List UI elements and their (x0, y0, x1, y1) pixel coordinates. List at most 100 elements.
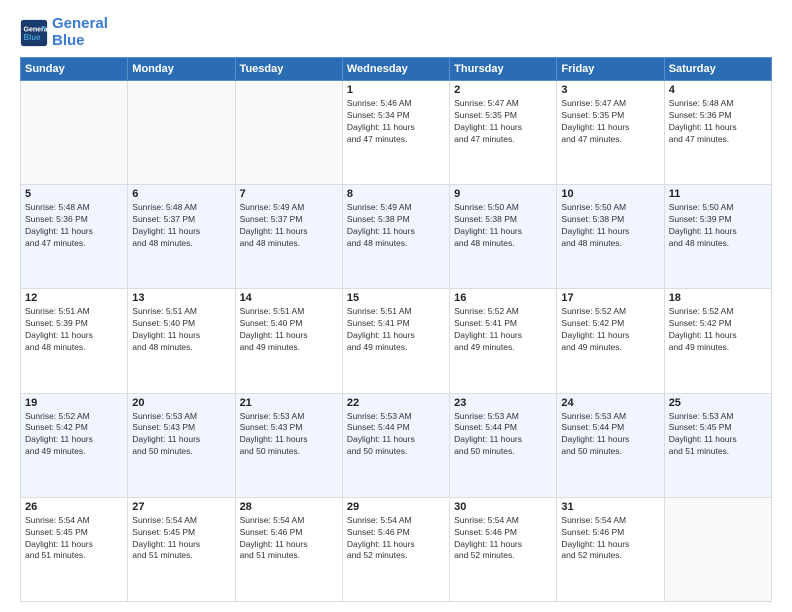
calendar-cell: 11 Sunrise: 5:50 AM Sunset: 5:39 PM Dayli… (664, 185, 771, 289)
calendar-week-row: 12 Sunrise: 5:51 AM Sunset: 5:39 PM Dayli… (21, 289, 772, 393)
calendar-cell: 6 Sunrise: 5:48 AM Sunset: 5:37 PM Daylig… (128, 185, 235, 289)
day-info: Sunrise: 5:49 AM Sunset: 5:37 PM Dayligh… (240, 202, 338, 250)
day-info: Sunrise: 5:52 AM Sunset: 5:42 PM Dayligh… (669, 306, 767, 354)
day-number: 1 (347, 84, 445, 96)
day-number: 25 (669, 397, 767, 409)
calendar-cell: 1Sunrise: 5:46 AM Sunset: 5:34 PM Daylig… (342, 81, 449, 185)
day-number: 19 (25, 397, 123, 409)
day-number: 30 (454, 501, 552, 513)
day-number: 2 (454, 84, 552, 96)
day-number: 12 (25, 292, 123, 304)
day-number: 6 (132, 188, 230, 200)
day-number: 28 (240, 501, 338, 513)
day-number: 26 (25, 501, 123, 513)
calendar-cell (664, 497, 771, 601)
day-info: Sunrise: 5:53 AM Sunset: 5:44 PM Dayligh… (561, 411, 659, 459)
day-info: Sunrise: 5:54 AM Sunset: 5:45 PM Dayligh… (25, 515, 123, 563)
day-number: 22 (347, 397, 445, 409)
day-info: Sunrise: 5:53 AM Sunset: 5:44 PM Dayligh… (454, 411, 552, 459)
calendar-cell: 28 Sunrise: 5:54 AM Sunset: 5:46 PM Dayli… (235, 497, 342, 601)
day-info: Sunrise: 5:48 AM Sunset: 5:36 PM Dayligh… (25, 202, 123, 250)
day-info: Sunrise: 5:49 AM Sunset: 5:38 PM Dayligh… (347, 202, 445, 250)
svg-text:Blue: Blue (24, 33, 42, 42)
logo: General Blue GeneralBlue (20, 16, 108, 49)
calendar-cell: 18 Sunrise: 5:52 AM Sunset: 5:42 PM Dayli… (664, 289, 771, 393)
day-number: 14 (240, 292, 338, 304)
calendar-cell: 3Sunrise: 5:47 AM Sunset: 5:35 PM Daylig… (557, 81, 664, 185)
calendar-week-row: 1Sunrise: 5:46 AM Sunset: 5:34 PM Daylig… (21, 81, 772, 185)
weekday-header: Sunday (21, 58, 128, 81)
calendar-cell: 10 Sunrise: 5:50 AM Sunset: 5:38 PM Dayli… (557, 185, 664, 289)
day-info: Sunrise: 5:52 AM Sunset: 5:42 PM Dayligh… (25, 411, 123, 459)
calendar-cell: 4Sunrise: 5:48 AM Sunset: 5:36 PM Daylig… (664, 81, 771, 185)
day-info: Sunrise: 5:54 AM Sunset: 5:46 PM Dayligh… (240, 515, 338, 563)
header: General Blue GeneralBlue (20, 16, 772, 49)
day-number: 10 (561, 188, 659, 200)
day-info: Sunrise: 5:53 AM Sunset: 5:44 PM Dayligh… (347, 411, 445, 459)
day-info: Sunrise: 5:54 AM Sunset: 5:46 PM Dayligh… (454, 515, 552, 563)
day-info: Sunrise: 5:54 AM Sunset: 5:45 PM Dayligh… (132, 515, 230, 563)
day-number: 20 (132, 397, 230, 409)
day-number: 7 (240, 188, 338, 200)
calendar-week-row: 19 Sunrise: 5:52 AM Sunset: 5:42 PM Dayli… (21, 393, 772, 497)
logo-icon: General Blue (20, 19, 48, 47)
calendar-cell: 13 Sunrise: 5:51 AM Sunset: 5:40 PM Dayli… (128, 289, 235, 393)
day-number: 15 (347, 292, 445, 304)
weekday-header: Monday (128, 58, 235, 81)
day-number: 24 (561, 397, 659, 409)
day-number: 21 (240, 397, 338, 409)
calendar-week-row: 5 Sunrise: 5:48 AM Sunset: 5:36 PM Daylig… (21, 185, 772, 289)
day-info: Sunrise: 5:51 AM Sunset: 5:39 PM Dayligh… (25, 306, 123, 354)
day-info: Sunrise: 5:51 AM Sunset: 5:40 PM Dayligh… (132, 306, 230, 354)
calendar-cell: 26 Sunrise: 5:54 AM Sunset: 5:45 PM Dayli… (21, 497, 128, 601)
day-number: 18 (669, 292, 767, 304)
calendar-cell: 31Sunrise: 5:54 AM Sunset: 5:46 PM Dayli… (557, 497, 664, 601)
calendar-cell: 19 Sunrise: 5:52 AM Sunset: 5:42 PM Dayli… (21, 393, 128, 497)
day-info: Sunrise: 5:54 AM Sunset: 5:46 PM Dayligh… (347, 515, 445, 563)
calendar-cell: 22 Sunrise: 5:53 AM Sunset: 5:44 PM Dayli… (342, 393, 449, 497)
day-number: 16 (454, 292, 552, 304)
calendar-cell: 27Sunrise: 5:54 AM Sunset: 5:45 PM Dayli… (128, 497, 235, 601)
day-info: Sunrise: 5:52 AM Sunset: 5:41 PM Dayligh… (454, 306, 552, 354)
day-number: 4 (669, 84, 767, 96)
logo-text: GeneralBlue (52, 16, 108, 49)
calendar-cell: 7 Sunrise: 5:49 AM Sunset: 5:37 PM Daylig… (235, 185, 342, 289)
calendar-cell (235, 81, 342, 185)
day-info: Sunrise: 5:54 AM Sunset: 5:46 PM Dayligh… (561, 515, 659, 563)
day-number: 29 (347, 501, 445, 513)
day-info: Sunrise: 5:51 AM Sunset: 5:40 PM Dayligh… (240, 306, 338, 354)
day-info: Sunrise: 5:53 AM Sunset: 5:43 PM Dayligh… (240, 411, 338, 459)
calendar-cell: 9Sunrise: 5:50 AM Sunset: 5:38 PM Daylig… (450, 185, 557, 289)
calendar-cell: 15Sunrise: 5:51 AM Sunset: 5:41 PM Dayli… (342, 289, 449, 393)
calendar-table: SundayMondayTuesdayWednesdayThursdayFrid… (20, 57, 772, 602)
calendar-cell: 24 Sunrise: 5:53 AM Sunset: 5:44 PM Dayli… (557, 393, 664, 497)
day-number: 13 (132, 292, 230, 304)
calendar-cell: 21 Sunrise: 5:53 AM Sunset: 5:43 PM Dayli… (235, 393, 342, 497)
weekday-header: Friday (557, 58, 664, 81)
day-info: Sunrise: 5:50 AM Sunset: 5:38 PM Dayligh… (561, 202, 659, 250)
day-number: 5 (25, 188, 123, 200)
calendar-week-row: 26 Sunrise: 5:54 AM Sunset: 5:45 PM Dayli… (21, 497, 772, 601)
calendar-cell: 16 Sunrise: 5:52 AM Sunset: 5:41 PM Dayli… (450, 289, 557, 393)
weekday-header: Tuesday (235, 58, 342, 81)
day-info: Sunrise: 5:53 AM Sunset: 5:43 PM Dayligh… (132, 411, 230, 459)
day-info: Sunrise: 5:52 AM Sunset: 5:42 PM Dayligh… (561, 306, 659, 354)
calendar-cell: 30 Sunrise: 5:54 AM Sunset: 5:46 PM Dayli… (450, 497, 557, 601)
calendar-cell: 2Sunrise: 5:47 AM Sunset: 5:35 PM Daylig… (450, 81, 557, 185)
calendar-header-row: SundayMondayTuesdayWednesdayThursdayFrid… (21, 58, 772, 81)
calendar-cell: 20 Sunrise: 5:53 AM Sunset: 5:43 PM Dayli… (128, 393, 235, 497)
day-number: 11 (669, 188, 767, 200)
calendar-cell: 25Sunrise: 5:53 AM Sunset: 5:45 PM Dayli… (664, 393, 771, 497)
weekday-header: Saturday (664, 58, 771, 81)
day-number: 3 (561, 84, 659, 96)
weekday-header: Wednesday (342, 58, 449, 81)
day-info: Sunrise: 5:50 AM Sunset: 5:39 PM Dayligh… (669, 202, 767, 250)
calendar-cell: 14 Sunrise: 5:51 AM Sunset: 5:40 PM Dayli… (235, 289, 342, 393)
calendar-cell (128, 81, 235, 185)
calendar-cell: 23Sunrise: 5:53 AM Sunset: 5:44 PM Dayli… (450, 393, 557, 497)
calendar-cell: 12 Sunrise: 5:51 AM Sunset: 5:39 PM Dayli… (21, 289, 128, 393)
calendar-cell: 8Sunrise: 5:49 AM Sunset: 5:38 PM Daylig… (342, 185, 449, 289)
day-info: Sunrise: 5:48 AM Sunset: 5:37 PM Dayligh… (132, 202, 230, 250)
calendar-cell: 5 Sunrise: 5:48 AM Sunset: 5:36 PM Daylig… (21, 185, 128, 289)
weekday-header: Thursday (450, 58, 557, 81)
